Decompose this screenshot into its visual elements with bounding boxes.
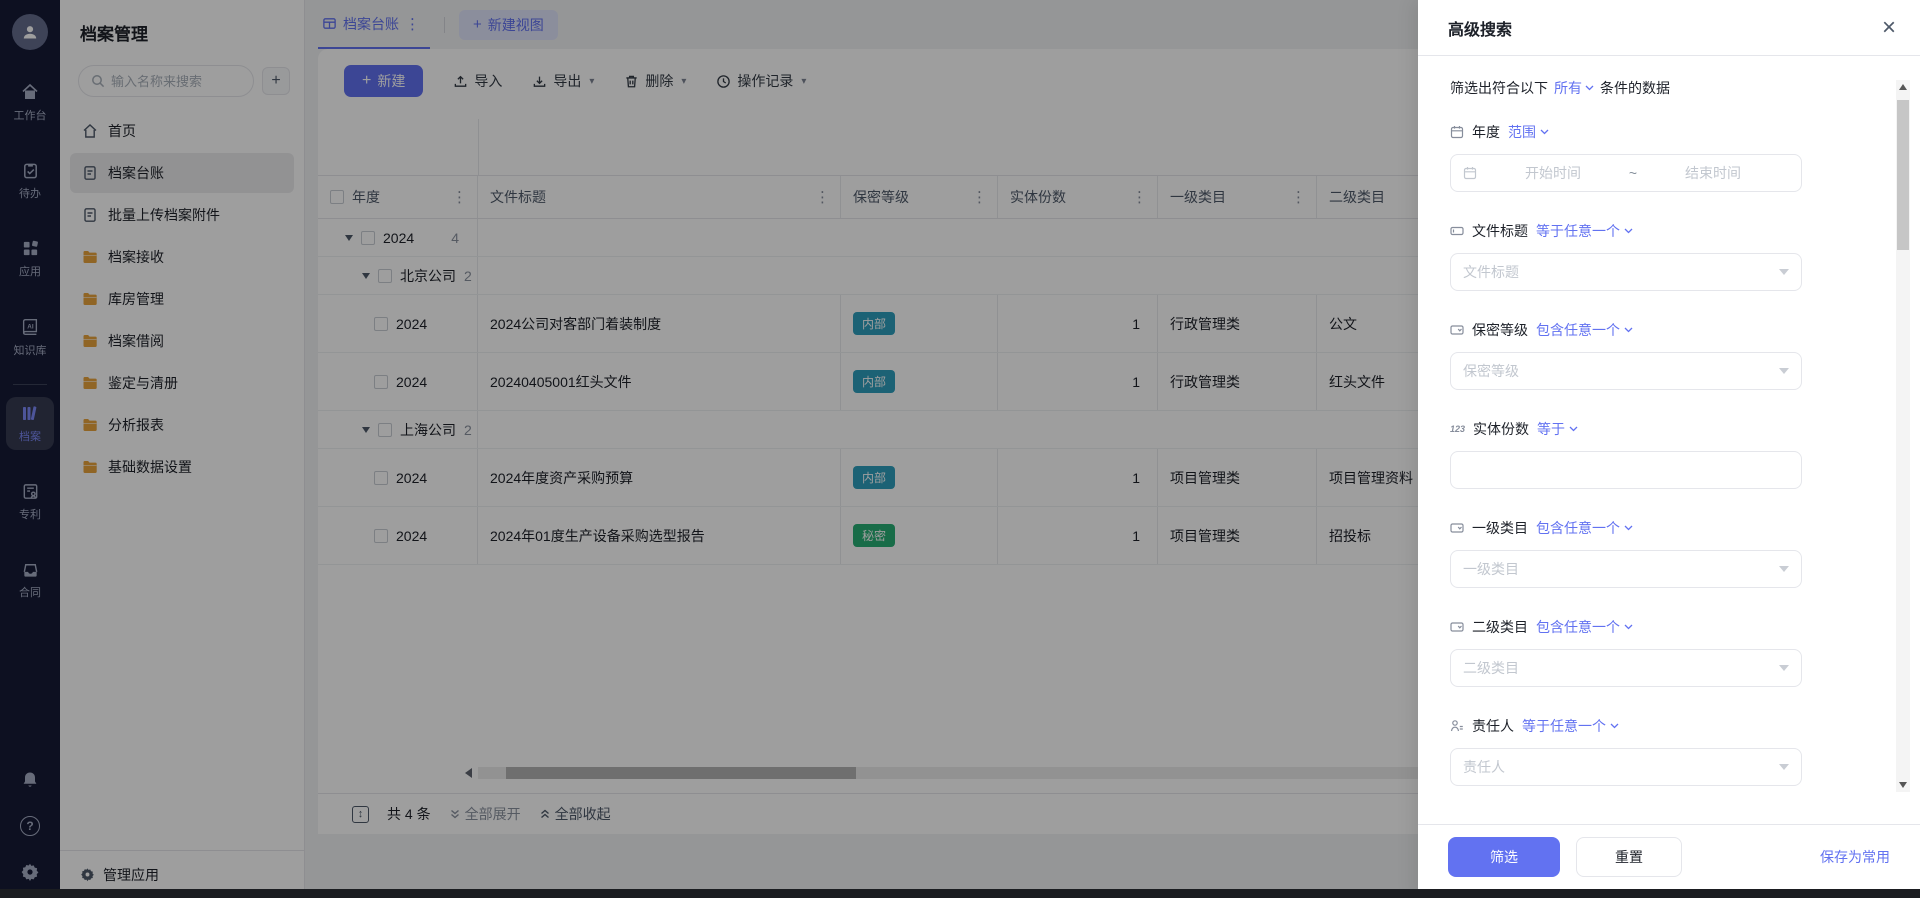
drawer-scrollbar[interactable] — [1896, 80, 1910, 792]
operator-dropdown[interactable]: 等于 — [1537, 419, 1578, 439]
field-label: 责任人 — [1472, 716, 1514, 736]
text-field-icon — [1450, 224, 1464, 238]
cat2-select[interactable]: 二级类目 — [1450, 649, 1802, 687]
title-select[interactable]: 文件标题 — [1450, 253, 1802, 291]
condition-value: 所有 — [1554, 78, 1582, 98]
operator-label: 范围 — [1508, 122, 1536, 142]
reset-button[interactable]: 重置 — [1576, 837, 1682, 877]
operator-dropdown[interactable]: 等于任意一个 — [1522, 716, 1619, 736]
condition-suffix: 条件的数据 — [1600, 78, 1670, 98]
select-option-icon — [1450, 323, 1464, 337]
select-placeholder: 一级类目 — [1463, 559, 1519, 579]
operator-dropdown[interactable]: 包含任意一个 — [1536, 320, 1633, 340]
chevron-down-icon — [1540, 129, 1549, 135]
select-option-icon — [1450, 521, 1464, 535]
field-label: 保密等级 — [1472, 320, 1528, 340]
secrecy-select[interactable]: 保密等级 — [1450, 352, 1802, 390]
condition-mode-dropdown[interactable]: 所有 — [1554, 78, 1594, 98]
select-caret-icon — [1779, 566, 1789, 572]
operator-label: 等于任意一个 — [1536, 221, 1620, 241]
range-separator: ~ — [1629, 165, 1637, 181]
chevron-down-icon — [1569, 426, 1578, 432]
chevron-down-icon — [1624, 624, 1633, 630]
field-label: 一级类目 — [1472, 518, 1528, 538]
owner-select[interactable]: 责任人 — [1450, 748, 1802, 786]
select-placeholder: 二级类目 — [1463, 658, 1519, 678]
chevron-down-icon — [1610, 723, 1619, 729]
operator-dropdown[interactable]: 范围 — [1508, 122, 1549, 142]
filter-field-secrecy: 保密等级 包含任意一个 保密等级 — [1450, 320, 1802, 390]
drawer-body: 筛选出符合以下 所有 条件的数据 年度 范围 开始时间 ~ 结束时间 — [1418, 56, 1838, 786]
person-icon — [1450, 719, 1464, 733]
end-date-placeholder[interactable]: 结束时间 — [1637, 163, 1789, 183]
start-date-placeholder[interactable]: 开始时间 — [1477, 163, 1629, 183]
condition-row: 筛选出符合以下 所有 条件的数据 — [1450, 78, 1838, 98]
filter-field-cat1: 一级类目 包含任意一个 一级类目 — [1450, 518, 1802, 588]
drawer-header: 高级搜索 × — [1418, 0, 1920, 56]
operator-label: 包含任意一个 — [1536, 617, 1620, 637]
scrollbar-thumb[interactable] — [1897, 100, 1909, 250]
advanced-search-drawer: 高级搜索 × 筛选出符合以下 所有 条件的数据 年度 范围 开 — [1418, 0, 1920, 898]
operator-dropdown[interactable]: 包含任意一个 — [1536, 518, 1633, 538]
filter-field-copies: 123 实体份数 等于 — [1450, 419, 1802, 489]
chevron-down-icon — [1624, 228, 1633, 234]
drawer-title: 高级搜索 — [1448, 16, 1512, 40]
condition-prefix: 筛选出符合以下 — [1450, 78, 1548, 98]
field-label: 年度 — [1472, 122, 1500, 142]
select-caret-icon — [1779, 665, 1789, 671]
filter-field-title: 文件标题 等于任意一个 文件标题 — [1450, 221, 1802, 291]
field-label: 文件标题 — [1472, 221, 1528, 241]
operator-label: 包含任意一个 — [1536, 320, 1620, 340]
filter-field-cat2: 二级类目 包含任意一个 二级类目 — [1450, 617, 1802, 687]
field-label: 二级类目 — [1472, 617, 1528, 637]
drawer-footer: 筛选 重置 保存为常用 — [1418, 824, 1920, 888]
select-placeholder: 保密等级 — [1463, 361, 1519, 381]
chevron-down-icon — [1624, 525, 1633, 531]
copies-input[interactable] — [1463, 462, 1789, 478]
operator-label: 等于 — [1537, 419, 1565, 439]
filter-field-year: 年度 范围 开始时间 ~ 结束时间 — [1450, 122, 1802, 192]
select-caret-icon — [1779, 269, 1789, 275]
scroll-up-icon[interactable] — [1896, 80, 1910, 94]
operator-dropdown[interactable]: 等于任意一个 — [1536, 221, 1633, 241]
chevron-down-icon — [1585, 85, 1594, 91]
select-placeholder: 责任人 — [1463, 757, 1505, 777]
operator-label: 包含任意一个 — [1536, 518, 1620, 538]
filter-button[interactable]: 筛选 — [1448, 837, 1560, 877]
select-option-icon — [1450, 620, 1464, 634]
close-icon[interactable]: × — [1882, 16, 1896, 40]
select-caret-icon — [1779, 368, 1789, 374]
select-placeholder: 文件标题 — [1463, 262, 1519, 282]
bottom-taskbar-strip — [0, 889, 1920, 898]
cat1-select[interactable]: 一级类目 — [1450, 550, 1802, 588]
field-label: 实体份数 — [1473, 419, 1529, 439]
scroll-down-icon[interactable] — [1896, 778, 1910, 792]
select-caret-icon — [1779, 764, 1789, 770]
calendar-icon — [1450, 125, 1464, 139]
date-range-input[interactable]: 开始时间 ~ 结束时间 — [1450, 154, 1802, 192]
calendar-icon — [1463, 166, 1477, 180]
number-icon: 123 — [1450, 424, 1465, 434]
operator-dropdown[interactable]: 包含任意一个 — [1536, 617, 1633, 637]
chevron-down-icon — [1624, 327, 1633, 333]
copies-input-wrap — [1450, 451, 1802, 489]
save-as-favorite-link[interactable]: 保存为常用 — [1820, 847, 1890, 867]
filter-field-owner: 责任人 等于任意一个 责任人 — [1450, 716, 1802, 786]
operator-label: 等于任意一个 — [1522, 716, 1606, 736]
